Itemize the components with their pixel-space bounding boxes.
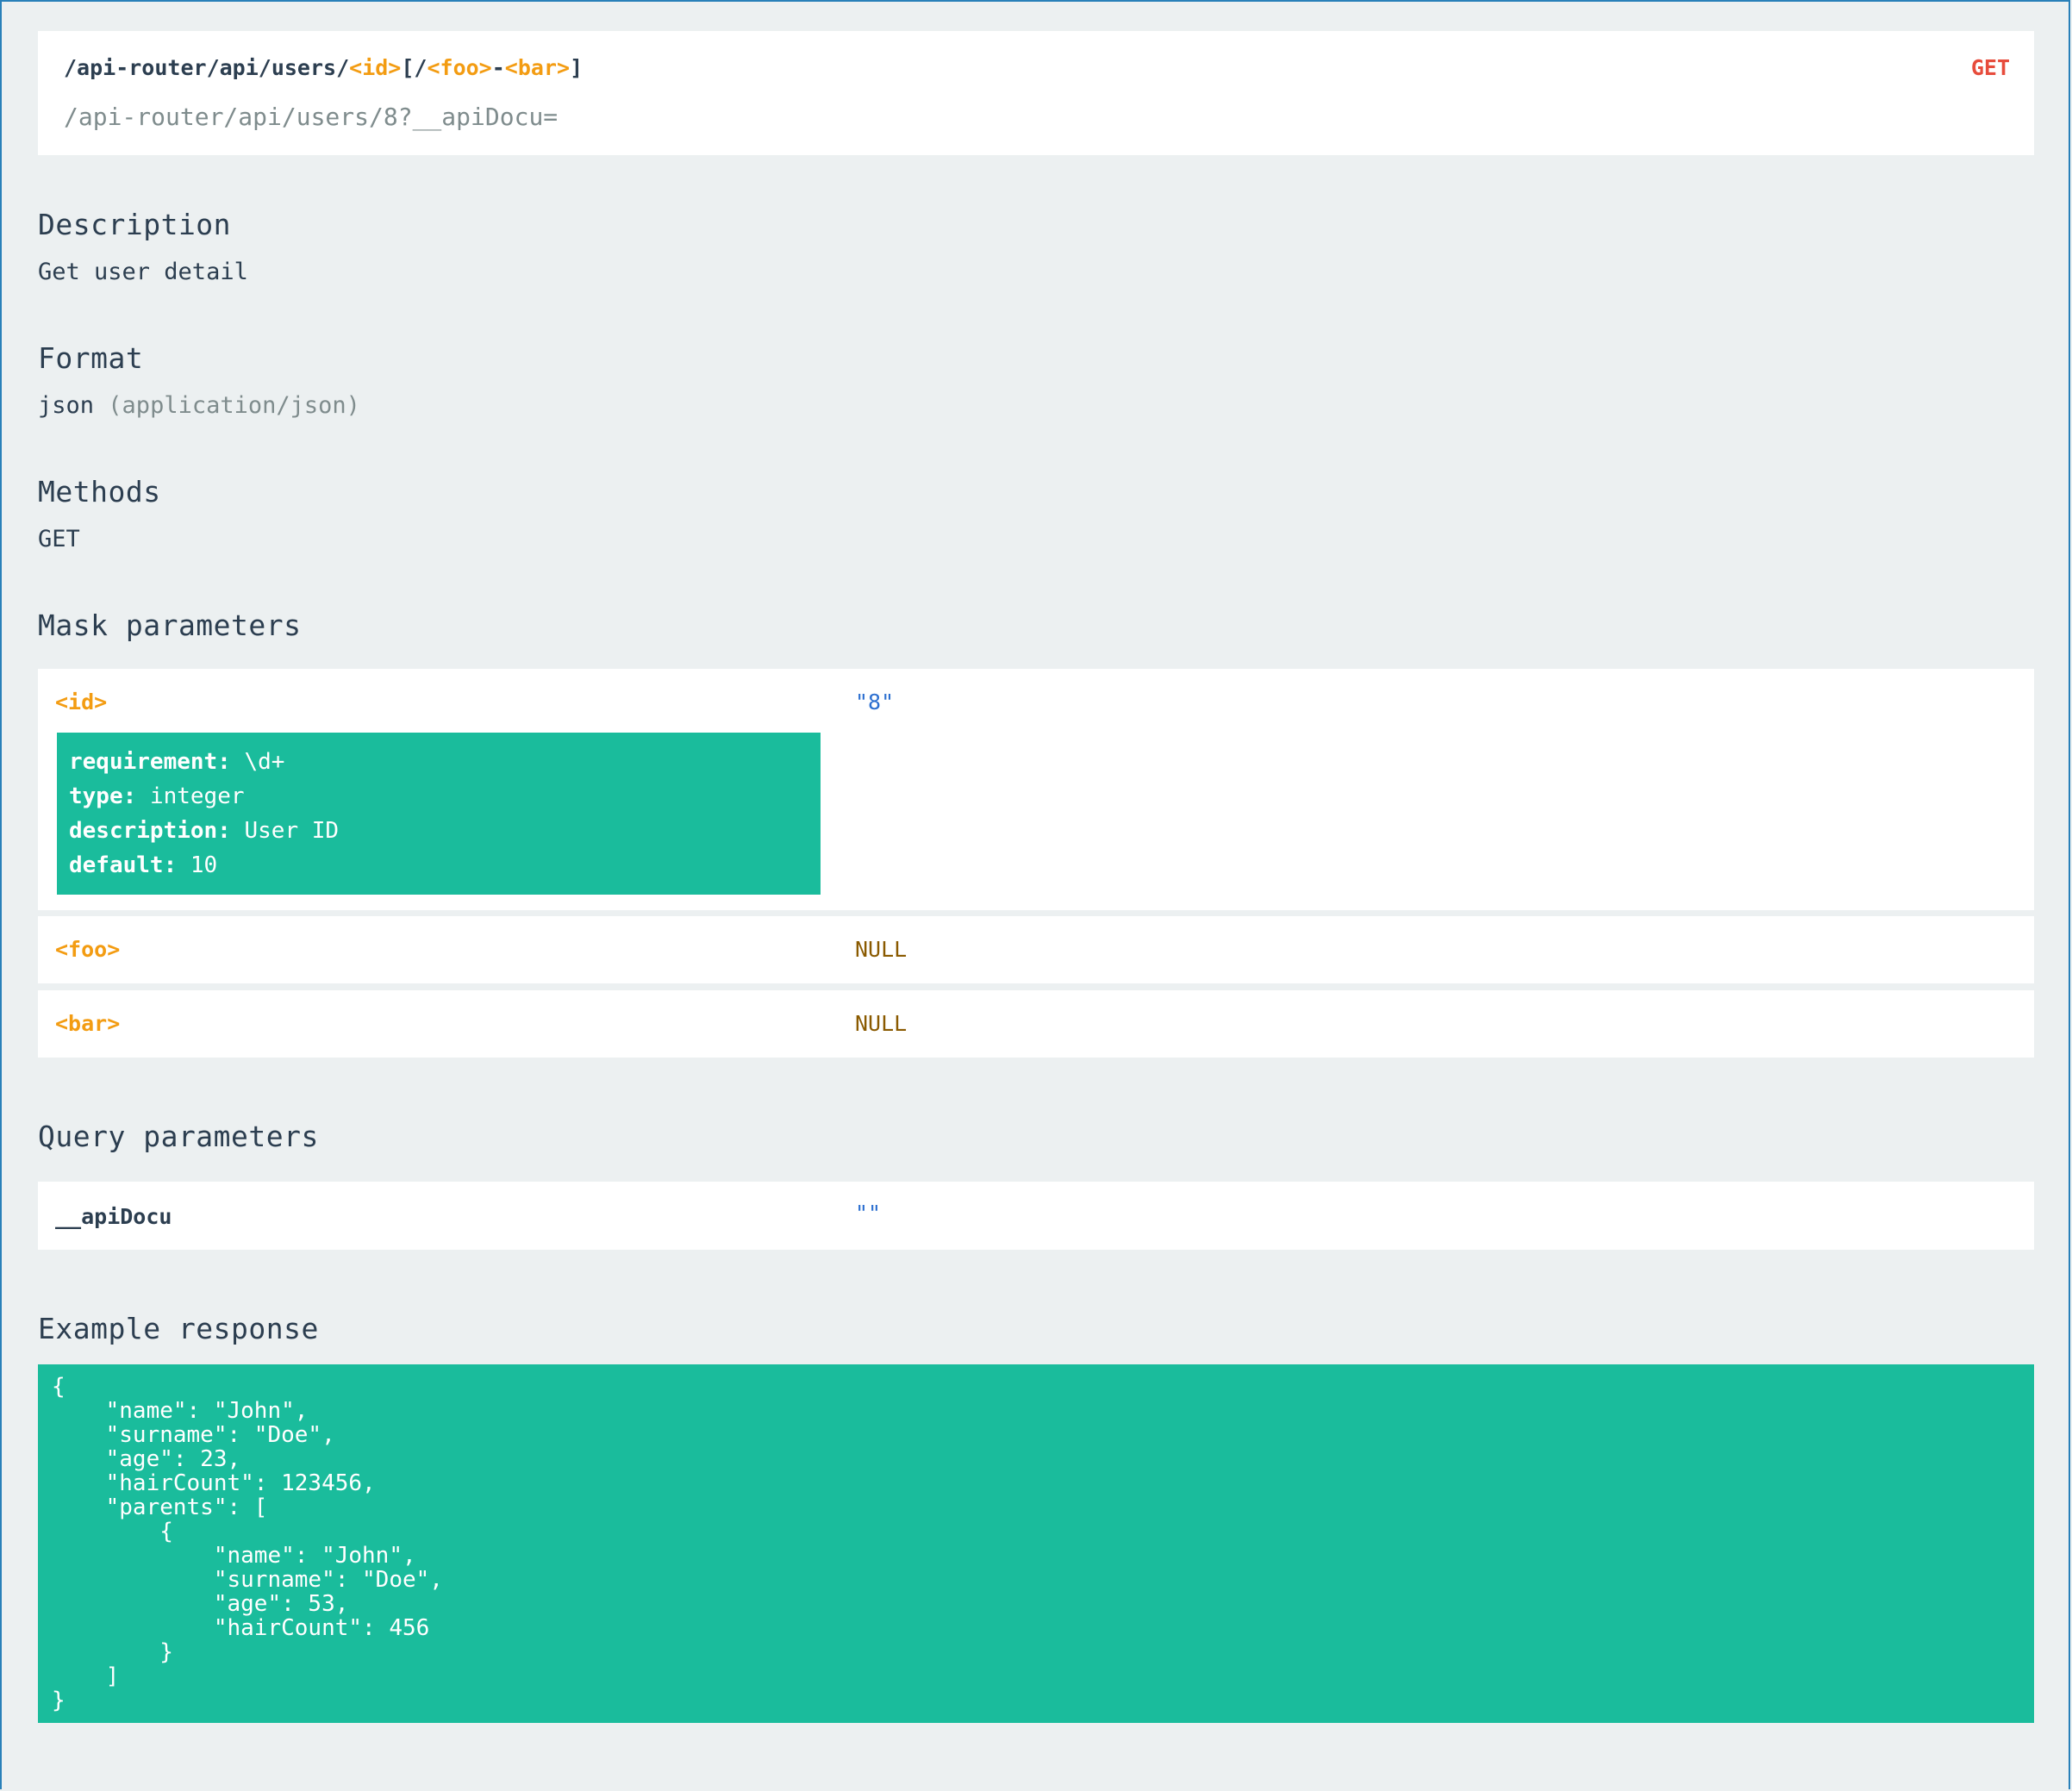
detail-key: description: xyxy=(69,818,231,844)
mask-param-value: NULL xyxy=(855,1011,908,1036)
methods-section: Methods GET xyxy=(38,475,2034,555)
mask-parameters-title: Mask parameters xyxy=(38,608,302,642)
mask-param-name: <bar> xyxy=(55,1011,121,1036)
route-header-card: /api-router/api/users/<id>[/<foo>-<bar>]… xyxy=(38,31,2034,155)
route-placeholder-id: <id> xyxy=(349,55,402,80)
mask-parameters-section: Mask parameters <id> "8" requirement: \d… xyxy=(38,608,2034,1058)
description-section: Description Get user detail xyxy=(38,208,2034,288)
mask-param-value: NULL xyxy=(855,937,908,962)
query-param-name: __apiDocu xyxy=(55,1204,172,1229)
detail-key: default: xyxy=(69,852,178,878)
route-optional-open: [/ xyxy=(401,55,428,80)
detail-value: integer xyxy=(149,783,245,809)
detail-description: description: User ID xyxy=(69,814,808,848)
format-section: Format json (application/json) xyxy=(38,341,2034,421)
format-value: json xyxy=(38,392,95,419)
route-documentation: /api-router/api/users/<id>[/<foo>-<bar>]… xyxy=(38,31,2034,1723)
detail-key: requirement: xyxy=(69,749,231,775)
detail-value: \d+ xyxy=(244,749,285,775)
query-param-value: "" xyxy=(855,1201,882,1226)
query-parameters-section: Query parameters __apiDocu "" xyxy=(38,1120,2034,1250)
route-placeholder-bar: <bar> xyxy=(504,55,571,80)
detail-value: User ID xyxy=(244,818,340,844)
example-response-title: Example response xyxy=(38,1312,319,1345)
detail-requirement: requirement: \d+ xyxy=(69,745,808,779)
route-method-badge: GET xyxy=(1970,55,2010,80)
format-title: Format xyxy=(38,341,144,375)
detail-type: type: integer xyxy=(69,779,808,814)
description-text: Get user detail xyxy=(38,259,248,285)
example-response-code: { "name": "John", "surname": "Doe", "age… xyxy=(38,1364,2034,1723)
mask-param-row-bar: <bar> NULL xyxy=(38,990,2034,1058)
format-text: json (application/json) xyxy=(38,390,2034,421)
detail-default: default: 10 xyxy=(69,848,808,883)
mask-param-value: "8" xyxy=(855,690,895,715)
route-placeholder-foo: <foo> xyxy=(427,55,492,80)
detail-value: 10 xyxy=(190,852,218,878)
mask-param-name: <foo> xyxy=(55,937,121,962)
query-param-row: __apiDocu "" xyxy=(38,1182,2034,1250)
route-prefix: /api-router/api/users/ xyxy=(64,55,350,80)
description-title: Description xyxy=(38,208,232,241)
mask-param-row-id: <id> "8" requirement: \d+ type: integer … xyxy=(38,669,2034,910)
route-pattern: /api-router/api/users/<id>[/<foo>-<bar>] xyxy=(64,53,2008,83)
mask-param-details: requirement: \d+ type: integer descripti… xyxy=(57,733,821,895)
route-example-url: /api-router/api/users/8?__apiDocu= xyxy=(64,103,559,131)
methods-value: GET xyxy=(38,526,80,552)
format-mime: (application/json) xyxy=(108,392,360,419)
route-separator: - xyxy=(491,55,505,80)
route-optional-close: ] xyxy=(570,55,584,80)
mask-param-row-foo: <foo> NULL xyxy=(38,916,2034,983)
example-response-section: Example response { "name": "John", "surn… xyxy=(38,1312,2034,1723)
methods-title: Methods xyxy=(38,475,161,509)
query-parameters-title: Query parameters xyxy=(38,1120,319,1153)
mask-param-name: <id> xyxy=(55,690,108,715)
detail-key: type: xyxy=(69,783,137,809)
